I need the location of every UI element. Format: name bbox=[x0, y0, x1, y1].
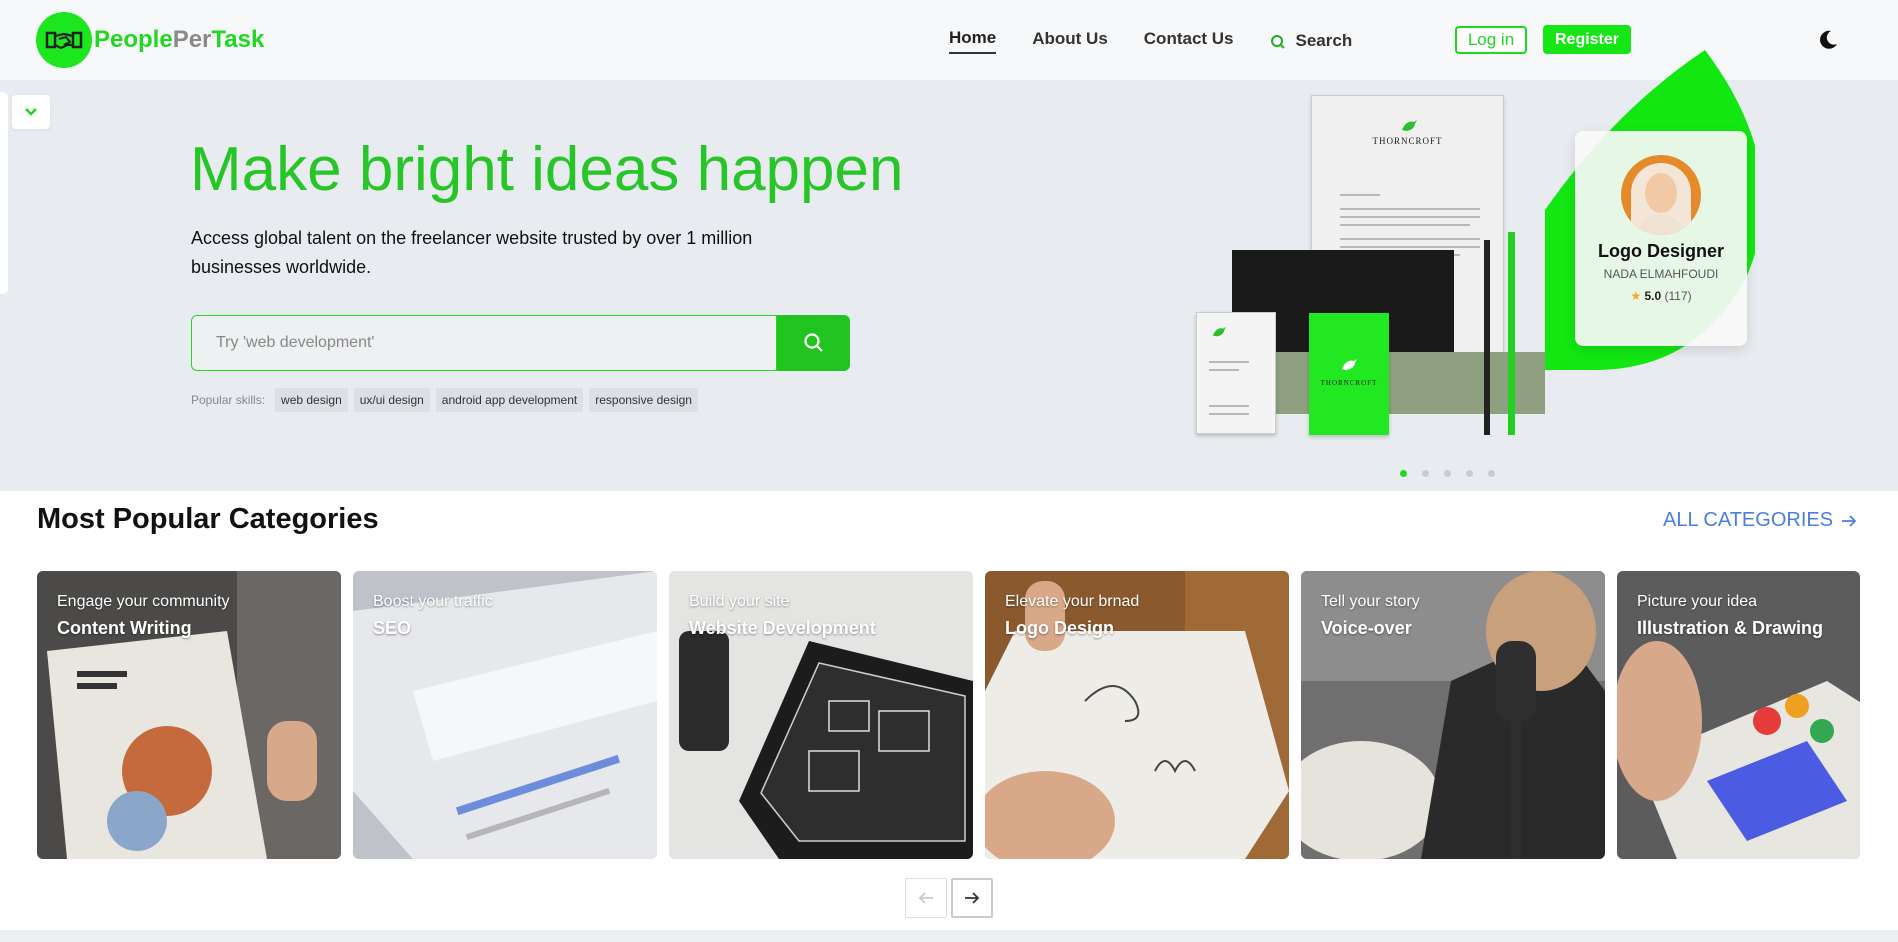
category-card-logo-design[interactable]: Elevate your brnad Logo Design bbox=[985, 571, 1289, 859]
tablet-wireframe-image bbox=[669, 571, 973, 859]
hero-title: Make bright ideas happen bbox=[190, 135, 904, 204]
category-carousel: Engage your community Content Writing Bo… bbox=[37, 571, 1860, 859]
review-count: (117) bbox=[1664, 289, 1692, 303]
moon-icon[interactable] bbox=[1817, 29, 1839, 51]
popular-skills: Popular skills: web design ux/ui design … bbox=[191, 388, 704, 412]
hero-search-button[interactable] bbox=[777, 315, 850, 371]
all-categories-label: ALL CATEGORIES bbox=[1663, 509, 1834, 531]
tablet-drawing-image bbox=[1617, 571, 1860, 859]
magazine-illustration bbox=[37, 571, 341, 859]
hero-search-input[interactable] bbox=[216, 334, 776, 352]
bird-icon bbox=[1342, 359, 1357, 370]
nav-home[interactable]: Home bbox=[949, 28, 997, 54]
card-tagline: Boost your traffic bbox=[373, 593, 493, 610]
freelancer-profile-card[interactable]: Logo Designer NADA ELMAHFOUDI ★ 5.0 (117… bbox=[1575, 131, 1747, 346]
skill-chip[interactable]: ux/ui design bbox=[353, 388, 430, 412]
hero-carousel-dots bbox=[1400, 470, 1510, 477]
skill-chip[interactable]: android app development bbox=[435, 388, 584, 412]
carousel-prev-button[interactable] bbox=[905, 878, 947, 918]
arrow-left-icon bbox=[918, 892, 933, 904]
nav-about-us[interactable]: About Us bbox=[1032, 29, 1108, 53]
carousel-dot[interactable] bbox=[1444, 470, 1451, 477]
main-nav: Home About Us Contact Us Search bbox=[949, 28, 1352, 54]
business-card-green: THORNCROFT bbox=[1309, 313, 1389, 435]
brand-name-part2: Per bbox=[172, 26, 212, 53]
bird-icon bbox=[1402, 120, 1417, 131]
footer-strip bbox=[0, 930, 1898, 942]
hero-search-box bbox=[191, 315, 777, 371]
avatar bbox=[1621, 155, 1701, 235]
card-title: Website Development bbox=[689, 618, 876, 638]
brand-logo[interactable]: PeoplePerTask bbox=[36, 12, 264, 68]
side-panel-tab bbox=[0, 92, 8, 294]
card-title: Logo Design bbox=[1005, 618, 1114, 638]
carousel-dot[interactable] bbox=[1488, 470, 1495, 477]
card-tagline: Tell your story bbox=[1321, 593, 1420, 610]
nav-contact-us[interactable]: Contact Us bbox=[1144, 29, 1234, 53]
carousel-dot[interactable] bbox=[1466, 470, 1473, 477]
handshake-icon bbox=[36, 12, 92, 68]
popular-skills-label: Popular skills: bbox=[191, 393, 266, 407]
letterhead-brand: THORNCROFT bbox=[1372, 136, 1443, 146]
card-tagline: Picture your idea bbox=[1637, 593, 1758, 610]
brand-name-part1: People bbox=[94, 26, 173, 53]
microphone-image bbox=[1301, 571, 1605, 859]
carousel-next-button[interactable] bbox=[951, 878, 993, 918]
business-card-brand: THORNCROFT bbox=[1320, 379, 1378, 387]
card-title: Voice-over bbox=[1321, 618, 1412, 638]
bird-icon bbox=[1212, 326, 1226, 337]
skill-chip[interactable]: responsive design bbox=[589, 388, 698, 412]
card-tagline: Engage your community bbox=[57, 593, 230, 610]
login-button[interactable]: Log in bbox=[1455, 26, 1527, 54]
black-pencil bbox=[1484, 240, 1490, 435]
search-icon bbox=[1270, 35, 1285, 49]
analytics-tablet-image bbox=[353, 571, 657, 859]
carousel-dot[interactable] bbox=[1400, 470, 1407, 477]
side-panel-toggle[interactable] bbox=[12, 95, 50, 129]
card-tagline: Build your site bbox=[689, 593, 790, 610]
rating-value: 5.0 bbox=[1644, 289, 1662, 303]
brand-name: PeoplePerTask bbox=[94, 26, 264, 54]
arrow-right-icon bbox=[1842, 514, 1857, 527]
search-icon bbox=[803, 333, 823, 352]
category-card-seo[interactable]: Boost your traffic SEO bbox=[353, 571, 657, 859]
card-title: Illustration & Drawing bbox=[1637, 618, 1824, 638]
green-pencil bbox=[1508, 232, 1515, 435]
category-card-content-writing[interactable]: Engage your community Content Writing bbox=[37, 571, 341, 859]
card-title: SEO bbox=[373, 618, 412, 638]
business-card-white bbox=[1196, 312, 1276, 434]
hero-subtitle: Access global talent on the freelancer w… bbox=[191, 228, 753, 277]
nav-search[interactable]: Search bbox=[1270, 31, 1353, 51]
chevron-down-icon bbox=[25, 108, 37, 116]
profile-title: Logo Designer bbox=[1597, 241, 1724, 261]
star-icon: ★ bbox=[1630, 289, 1642, 303]
carousel-dot[interactable] bbox=[1422, 470, 1429, 477]
all-categories-link[interactable]: ALL CATEGORIES bbox=[1663, 509, 1857, 532]
categories-heading: Most Popular Categories bbox=[37, 503, 379, 535]
card-title: Content Writing bbox=[57, 618, 192, 638]
sketching-hand-image bbox=[985, 571, 1289, 859]
nav-search-label: Search bbox=[1295, 31, 1353, 50]
profile-rating: ★ 5.0 (117) bbox=[1575, 289, 1747, 303]
skill-chip[interactable]: web design bbox=[275, 388, 348, 412]
brand-name-part3: Task bbox=[211, 26, 265, 53]
profile-name: NADA ELMAHFOUDI bbox=[1603, 267, 1719, 281]
category-card-website-development[interactable]: Build your site Website Development bbox=[669, 571, 973, 859]
arrow-right-icon bbox=[965, 892, 980, 904]
card-tagline: Elevate your brnad bbox=[1005, 593, 1140, 610]
category-card-illustration-drawing[interactable]: Picture your idea Illustration & Drawing bbox=[1617, 571, 1860, 859]
category-card-voice-over[interactable]: Tell your story Voice-over bbox=[1301, 571, 1605, 859]
